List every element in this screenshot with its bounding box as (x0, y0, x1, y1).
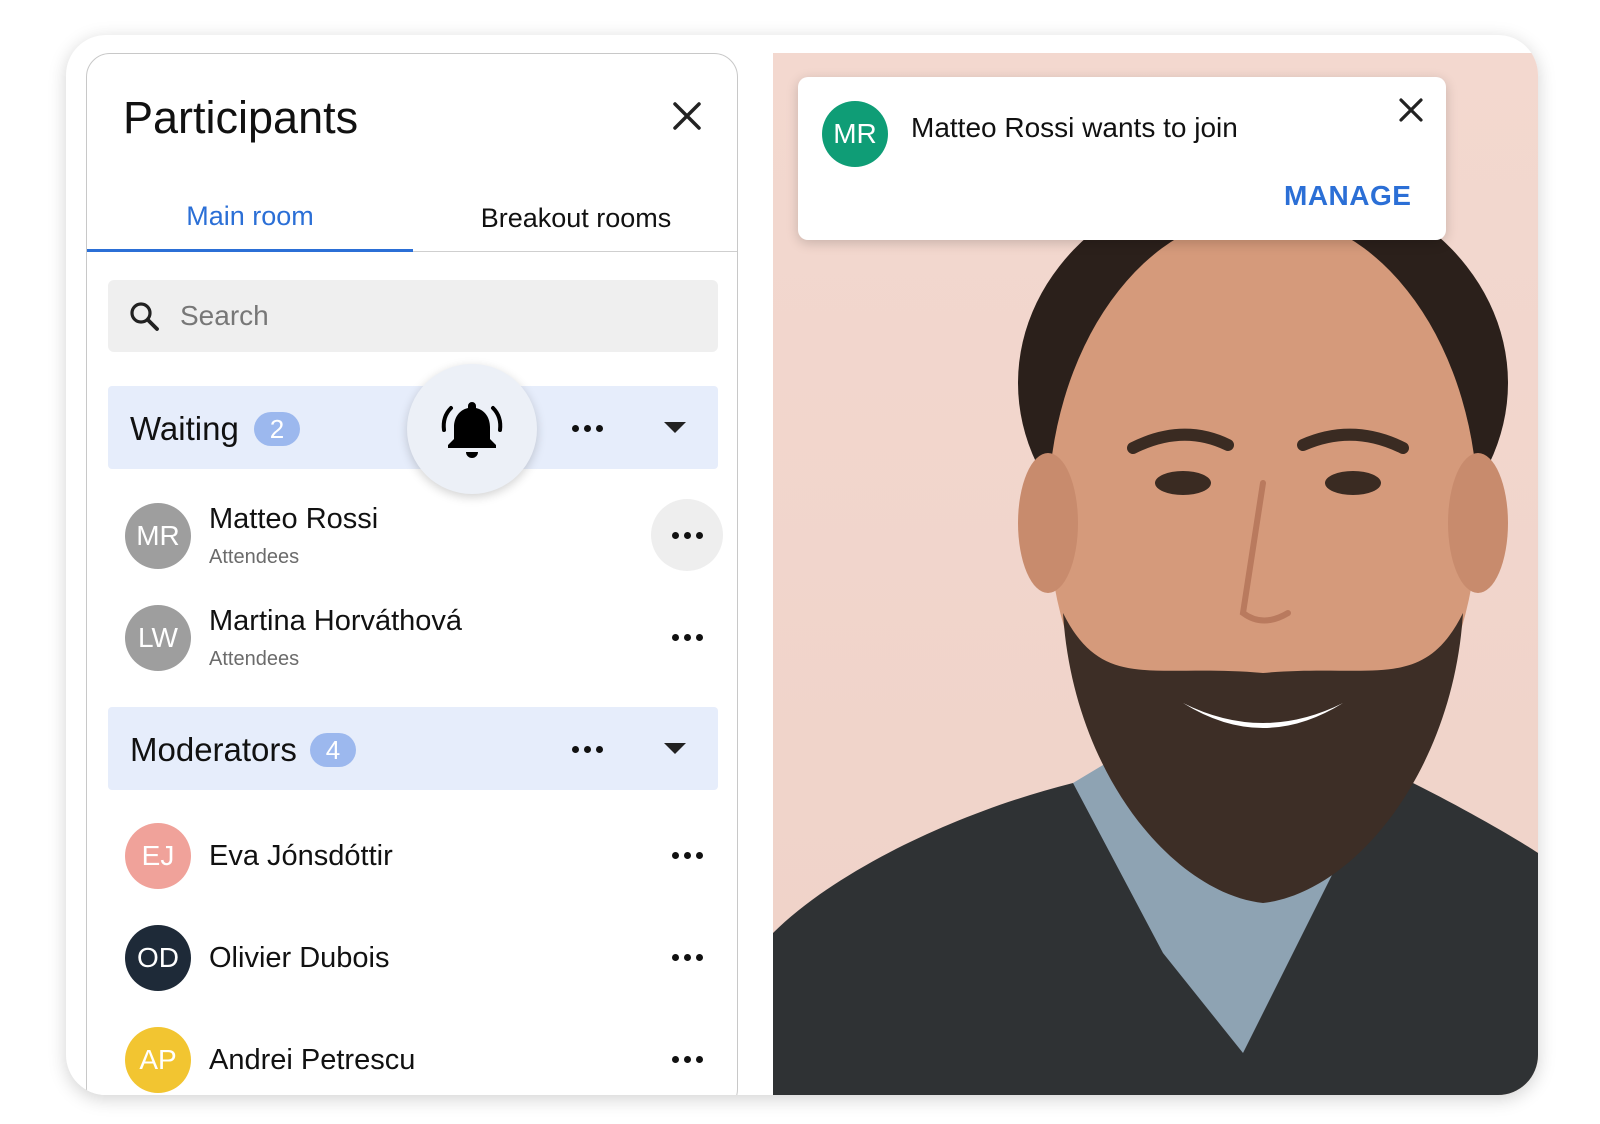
dot (683, 953, 691, 961)
search-icon (130, 302, 159, 331)
avatar: EJ (125, 823, 191, 889)
moderators-more-button[interactable] (561, 734, 613, 764)
chevron-down-icon[interactable] (664, 422, 686, 433)
tab-main-room[interactable]: Main room (87, 184, 413, 252)
manage-button[interactable]: MANAGE (1284, 180, 1411, 212)
moderators-group-header[interactable]: Moderators 4 (108, 707, 718, 790)
dot (671, 953, 679, 961)
group-label: Waiting (130, 410, 239, 447)
dot (571, 424, 579, 432)
dot (671, 531, 679, 539)
dot (595, 424, 603, 432)
notification-bell-button[interactable] (407, 364, 537, 494)
participant-row[interactable]: MR Matteo Rossi Attendees (108, 491, 723, 581)
participant-name: Andrei Petrescu (209, 1044, 416, 1076)
participant-name: Eva Jónsdóttir (209, 840, 393, 872)
dot (671, 633, 679, 641)
dot (683, 633, 691, 641)
dot (695, 531, 703, 539)
dot (695, 851, 703, 859)
participant-role: Attendees (209, 546, 300, 568)
search-bar (108, 280, 718, 352)
participant-name: Olivier Dubois (209, 942, 390, 974)
app-window: Participants Main room Breakout rooms Wa… (66, 35, 1538, 1095)
close-icon (1399, 98, 1423, 122)
participant-name: Martina Horváthová (209, 605, 463, 637)
search-input[interactable] (180, 294, 700, 338)
chevron-down-icon[interactable] (664, 743, 686, 754)
participant-row[interactable]: OD Olivier Dubois (108, 913, 718, 1003)
dot (695, 1055, 703, 1063)
notification-message: Matteo Rossi wants to join (911, 112, 1238, 143)
participant-row[interactable]: EJ Eva Jónsdóttir (108, 811, 718, 901)
close-panel-button[interactable] (669, 98, 705, 134)
participant-row[interactable]: LW Martina Horváthová Attendees (108, 593, 718, 683)
avatar: MR (125, 503, 191, 569)
dot (671, 851, 679, 859)
close-icon (673, 102, 701, 130)
avatar: OD (125, 925, 191, 991)
room-tabs: Main room Breakout rooms (87, 184, 737, 252)
count-badge: 2 (254, 412, 300, 446)
count-badge: 4 (310, 733, 356, 767)
participant-more-button[interactable] (651, 921, 723, 993)
dismiss-notification-button[interactable] (1396, 95, 1426, 125)
participant-row[interactable]: AP Andrei Petrescu (108, 1015, 718, 1095)
video-tile: MR Matteo Rossi wants to join MANAGE (773, 53, 1538, 1095)
participant-more-button[interactable] (651, 601, 723, 673)
dot (583, 424, 591, 432)
participant-more-button[interactable] (651, 819, 723, 891)
participant-more-button[interactable] (651, 1023, 723, 1095)
dot (595, 745, 603, 753)
join-request-notification: MR Matteo Rossi wants to join MANAGE (798, 77, 1446, 240)
panel-title: Participants (123, 92, 359, 143)
avatar: AP (125, 1027, 191, 1093)
tab-breakout-rooms[interactable]: Breakout rooms (413, 184, 737, 252)
group-label: Moderators (130, 731, 297, 768)
dot (571, 745, 579, 753)
waiting-more-button[interactable] (561, 413, 613, 443)
participant-name: Matteo Rossi (209, 503, 379, 535)
notification-avatar: MR (822, 101, 888, 167)
dot (583, 745, 591, 753)
dot (695, 953, 703, 961)
dot (683, 531, 691, 539)
participants-panel: Participants Main room Breakout rooms Wa… (86, 53, 738, 1095)
avatar: LW (125, 605, 191, 671)
dot (683, 851, 691, 859)
dot (671, 1055, 679, 1063)
participant-role: Attendees (209, 648, 300, 670)
dot (695, 633, 703, 641)
bell-ringing-icon (441, 402, 503, 458)
dot (683, 1055, 691, 1063)
participant-more-button[interactable] (651, 499, 723, 571)
